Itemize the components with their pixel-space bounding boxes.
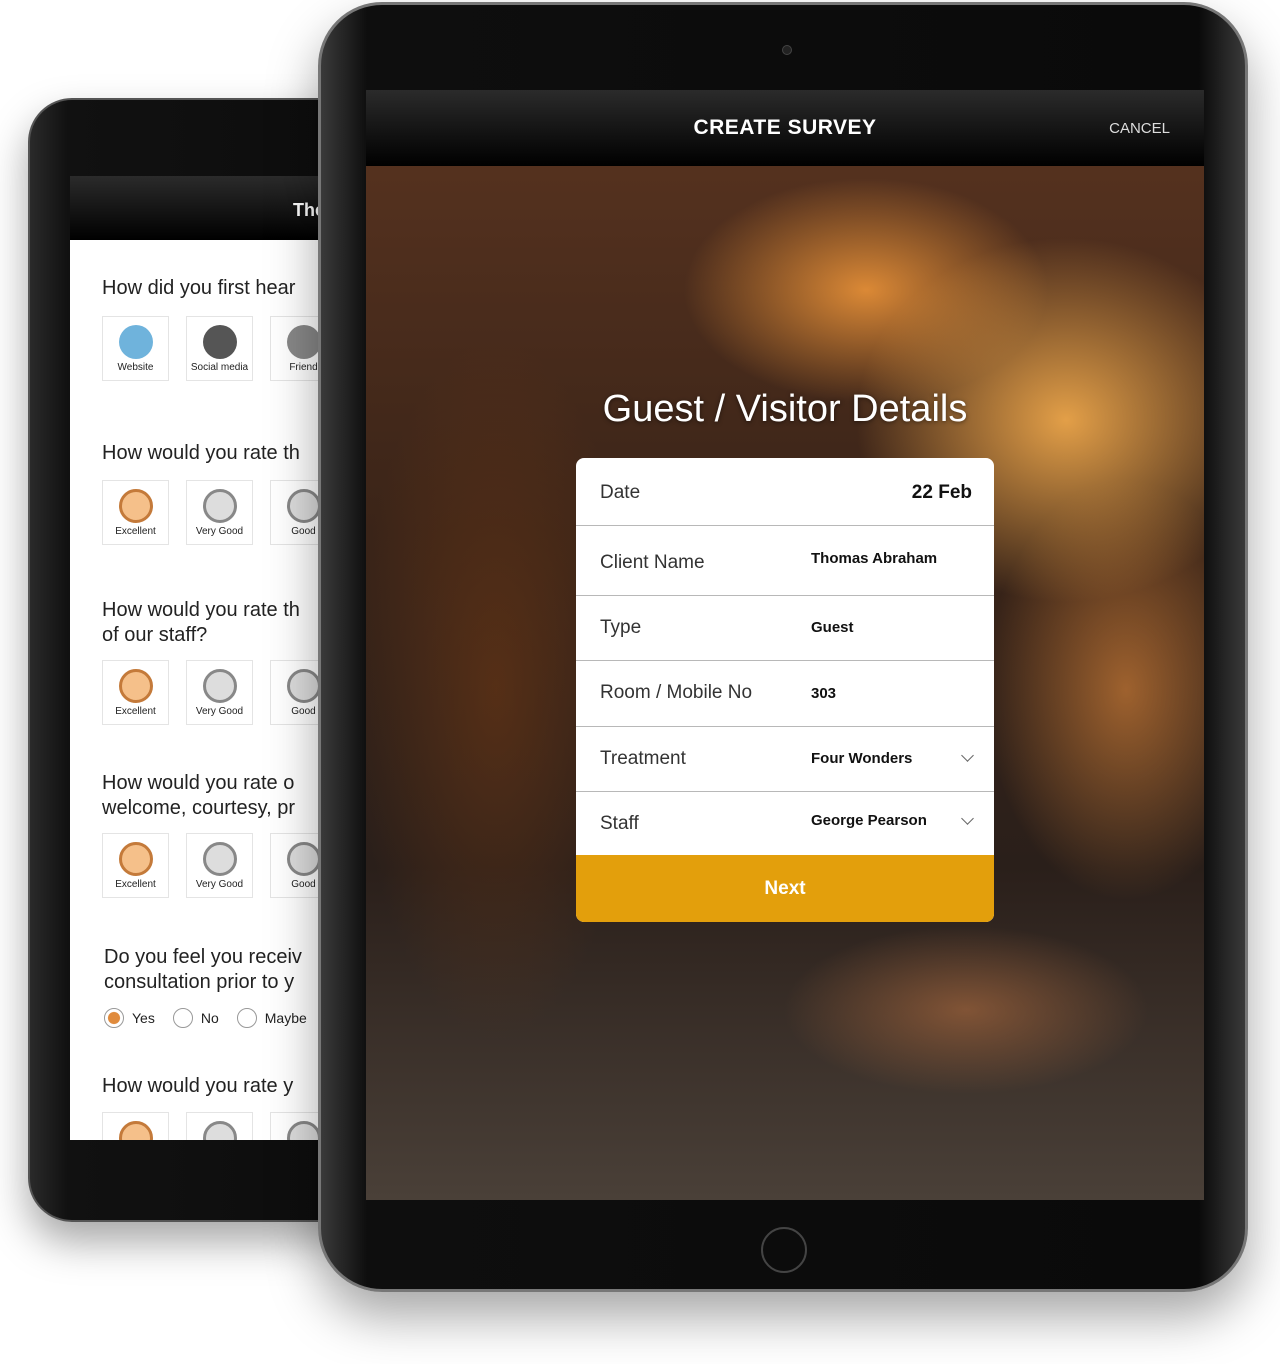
question-line: Do you feel you receiv <box>104 946 302 968</box>
option-excellent[interactable] <box>102 1112 169 1140</box>
smile-face-icon <box>202 669 237 703</box>
chevron-down-icon <box>961 749 974 762</box>
treatment-value: Four Wonders <box>811 750 913 767</box>
radio-label: Yes <box>132 1010 155 1026</box>
option-very-good[interactable]: Very Good <box>186 833 253 898</box>
back-tablet-screen: The How did you first hear Website Socia… <box>70 176 330 1140</box>
option-social-media[interactable]: Social media <box>186 316 253 381</box>
smile-face-icon <box>286 1121 321 1140</box>
field-label: Client Name <box>600 552 705 573</box>
question-line: consultation prior to y <box>104 971 295 993</box>
option-very-good[interactable] <box>186 1112 253 1140</box>
type-value: Guest <box>811 619 854 636</box>
option-excellent[interactable]: Excellent <box>102 660 169 725</box>
smile-face-icon <box>202 842 237 876</box>
room-mobile-field[interactable]: Room / Mobile No 303 <box>576 661 994 727</box>
option-label: Very Good <box>195 706 244 717</box>
date-field[interactable]: Date 22 Feb <box>576 458 994 526</box>
option-very-good[interactable]: Very Good <box>186 660 253 725</box>
radio-no[interactable] <box>172 1008 193 1028</box>
question-line: welcome, courtesy, pr <box>102 797 296 819</box>
staff-value: George Pearson <box>811 812 927 829</box>
smile-face-icon <box>202 1121 237 1140</box>
option-website[interactable]: Website <box>102 316 169 381</box>
field-label: Staff <box>600 813 639 834</box>
back-header: The <box>70 176 330 240</box>
cancel-button[interactable]: CANCEL <box>1109 120 1170 137</box>
option-label: Excellent <box>115 879 156 890</box>
question-5: Do you feel you receiv consultation prior… <box>104 945 302 995</box>
question-line: How would you rate th <box>102 599 300 621</box>
smile-face-icon <box>286 489 321 523</box>
client-name-field[interactable]: Client Name Thomas Abraham <box>576 526 994 596</box>
type-field[interactable]: Type Guest <box>576 596 994 661</box>
option-label: Website <box>117 362 154 373</box>
front-tablet-screen: CREATE SURVEY CANCEL Guest / Visitor Det… <box>366 90 1204 1200</box>
radio-label: No <box>200 1010 219 1026</box>
question-line: How would you rate o <box>102 772 295 794</box>
smile-face-icon <box>202 489 237 523</box>
radio-maybe[interactable] <box>236 1008 257 1028</box>
smiley-icon <box>286 325 321 359</box>
option-label: Good <box>291 706 316 717</box>
field-label: Type <box>600 617 642 638</box>
question-3: How would you rate th of our staff? <box>102 598 300 648</box>
option-excellent[interactable]: Excellent <box>102 833 169 898</box>
question-line: of our staff? <box>102 624 208 646</box>
option-label: Good <box>291 526 316 537</box>
radio-label: Maybe <box>264 1010 307 1026</box>
date-value: 22 Feb <box>911 482 972 503</box>
staff-select[interactable]: Staff George Pearson <box>576 792 994 855</box>
hero-title: Guest / Visitor Details <box>602 388 968 430</box>
option-label: Good <box>291 879 316 890</box>
option-very-good[interactable]: Very Good <box>186 480 253 545</box>
radio-yes[interactable] <box>104 1008 124 1028</box>
happy-face-icon <box>118 1121 153 1140</box>
smile-face-icon <box>286 669 321 703</box>
website-icon <box>118 325 153 359</box>
chevron-down-icon <box>961 812 974 825</box>
question-4: How would you rate o welcome, courtesy, p… <box>102 771 295 821</box>
option-label: Excellent <box>115 706 156 717</box>
happy-face-icon <box>118 669 153 703</box>
happy-face-icon <box>118 842 153 876</box>
happy-face-icon <box>118 489 153 523</box>
header-bar: CREATE SURVEY CANCEL <box>366 90 1204 166</box>
option-label: Social media <box>190 362 249 373</box>
question-2: How would you rate th <box>102 442 300 464</box>
next-button[interactable]: Next <box>576 855 994 922</box>
page-title: CREATE SURVEY <box>693 116 877 139</box>
option-label: Excellent <box>115 526 156 537</box>
field-label: Treatment <box>600 748 686 769</box>
treatment-select[interactable]: Treatment Four Wonders <box>576 727 994 792</box>
question-6: How would you rate y <box>102 1075 294 1097</box>
smile-face-icon <box>286 842 321 876</box>
camera-icon <box>202 325 237 359</box>
guest-details-form: Date 22 Feb Client Name Thomas Abraham Typ… <box>576 458 994 922</box>
radio-group: Yes No Maybe <box>104 1008 307 1028</box>
option-label: Very Good <box>195 526 244 537</box>
camera <box>782 45 792 55</box>
home-button[interactable] <box>761 1227 807 1273</box>
option-excellent[interactable]: Excellent <box>102 480 169 545</box>
question-1: How did you first hear <box>102 277 296 299</box>
option-label: Friend <box>289 362 318 373</box>
field-label: Room / Mobile No <box>600 682 753 703</box>
client-name-value: Thomas Abraham <box>811 550 938 567</box>
field-label: Date <box>600 482 641 503</box>
option-label: Very Good <box>195 879 244 890</box>
room-value: 303 <box>811 685 837 702</box>
